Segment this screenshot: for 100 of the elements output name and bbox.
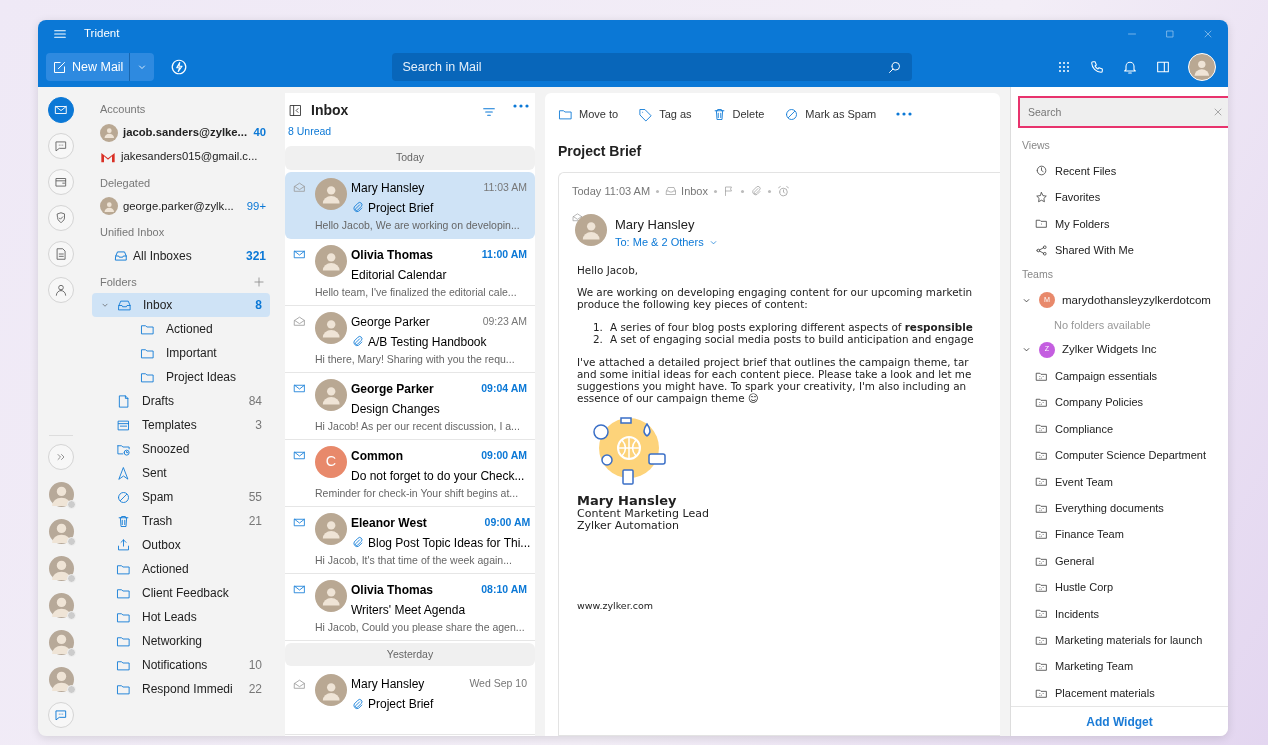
mail-search-field[interactable]: Search in Mail [392, 53, 913, 81]
add-widget-button[interactable]: Add Widget [1080, 711, 1159, 732]
plus-icon [252, 274, 266, 289]
team-folder-item[interactable]: Hustle Corp [1011, 574, 1228, 601]
list-number: 1. [593, 322, 604, 335]
side-panel-button[interactable] [1155, 59, 1171, 75]
folder-item[interactable]: Important [92, 341, 270, 365]
account-item[interactable]: jakesanders015@gmail.c... [92, 144, 270, 169]
folder-item[interactable]: Hot Leads [92, 605, 270, 629]
folder-item[interactable]: Actioned [92, 317, 270, 341]
notes-app-button[interactable] [48, 241, 74, 267]
sender-name: Olivia Thomas [351, 581, 434, 599]
folder-item[interactable]: Notifications 10 [92, 653, 270, 677]
widget-view-item[interactable]: Favorites [1011, 184, 1228, 211]
message-time: 11:03 AM [483, 179, 527, 195]
contact-avatar[interactable] [48, 482, 74, 507]
contact-avatar[interactable] [48, 667, 74, 692]
date-group-header: Today [285, 145, 535, 170]
body-text-line: I've attached a detailed project brief that outlines the campaign theme, tar [577, 357, 970, 370]
folder-item[interactable]: Trash 21 [92, 509, 270, 533]
tasks-app-button[interactable] [48, 205, 74, 231]
contact-avatar[interactable] [48, 556, 74, 581]
expand-button[interactable] [48, 444, 74, 470]
folder-item[interactable]: Outbox [92, 533, 270, 557]
chat-button[interactable] [48, 702, 74, 728]
calendar-app-button[interactable] [48, 169, 74, 195]
contacts-app-button[interactable] [48, 277, 74, 303]
folder-item[interactable]: Networking [92, 629, 270, 653]
team-folder-item[interactable]: Compliance [1011, 415, 1228, 443]
sender-name: Mary Hansley [351, 179, 425, 197]
team-folder-item[interactable]: Company Policies [1011, 389, 1228, 416]
team-folder-item[interactable]: Everything documents [1011, 494, 1228, 522]
folder-item[interactable]: Project Ideas [92, 365, 270, 389]
folder-icon [1035, 607, 1048, 621]
team-folder-item[interactable]: General [1011, 547, 1228, 575]
contacts-icon [54, 283, 68, 297]
avatar-photo-placeholder [315, 674, 347, 707]
message-time: 11:00 AM [481, 246, 527, 262]
mark-spam-button[interactable]: Mark as Spam [784, 105, 877, 123]
team-folder-item[interactable]: Finance Team [1011, 521, 1228, 548]
folder-item[interactable]: Respond Immedi 22 [92, 677, 270, 701]
more-button[interactable] [896, 112, 913, 116]
contact-avatar[interactable] [48, 630, 74, 655]
collapse-pane-icon [288, 103, 303, 118]
maximize-icon [1164, 27, 1176, 40]
team-folder-item[interactable]: Incidents [1011, 600, 1228, 628]
sender-name: Mary Hansley [615, 215, 696, 234]
team-folder-item[interactable]: Computer Science Department [1011, 442, 1228, 469]
team-folder-item[interactable]: Marketing materials for launch [1011, 627, 1228, 654]
folder-item[interactable]: Sent [92, 461, 270, 485]
folder-item[interactable]: Client Feedback [92, 581, 270, 605]
phone-icon [1089, 59, 1105, 75]
widget-search-field[interactable]: Search [1018, 96, 1228, 128]
more-button[interactable] [513, 104, 529, 108]
tag-as-button[interactable]: Tag as [638, 105, 692, 123]
open-envelope-icon [572, 211, 583, 223]
side-panel-icon [1155, 59, 1171, 75]
inbox-icon [114, 248, 128, 263]
folder-item[interactable]: Drafts 84 [92, 389, 270, 413]
body-text-line: essence of our campaign theme 😊 [577, 393, 759, 406]
trash-icon [116, 513, 131, 529]
profile-avatar[interactable] [1188, 53, 1216, 81]
team-folder-item[interactable]: Campaign essentials [1011, 362, 1228, 390]
message-item[interactable]: Mary Hansley 11:03 AM Project Brief Hello Jacob, We are working on developin... [285, 171, 535, 239]
message-preview: Hello team, I've finalized the editorial cale... [315, 284, 518, 300]
widget-view-item[interactable]: Recent Files [1011, 157, 1228, 185]
message-time: 09:23 AM [482, 313, 527, 329]
team-folder-item[interactable]: Marketing Team [1011, 653, 1228, 680]
delete-button[interactable]: Delete [711, 105, 765, 123]
folder-item[interactable]: Inbox 8 [92, 293, 270, 317]
folder-item[interactable]: Spam 55 [92, 485, 270, 509]
folder-icon [1035, 660, 1048, 674]
mail-app-button[interactable] [48, 97, 74, 123]
folder-item[interactable]: Actioned [92, 557, 270, 581]
account-item[interactable]: george.parker@zylk... 99+ [92, 194, 270, 218]
folder-item[interactable]: Snoozed [92, 437, 270, 461]
quick-actions-button[interactable] [170, 58, 189, 76]
bell-button[interactable] [1122, 59, 1138, 75]
widget-view-item[interactable]: My Folders [1011, 210, 1228, 237]
phone-button[interactable] [1089, 59, 1105, 75]
recipients-toggle[interactable]: To: Me & 2 Others [615, 234, 719, 251]
website-link[interactable]: www.zylker.com [577, 599, 1000, 614]
contact-avatar[interactable] [48, 519, 74, 544]
apps-grid-button[interactable] [1056, 59, 1072, 75]
contact-avatar[interactable] [48, 593, 74, 618]
move-to-button[interactable]: Move to [558, 105, 619, 123]
sender-name: Mary Hansley [351, 676, 425, 694]
team-folder-item[interactable]: Placement materials [1011, 679, 1228, 707]
flag-icon [723, 185, 735, 198]
folder-item[interactable]: All Inboxes 321 [92, 243, 270, 268]
widget-view-item[interactable]: Shared With Me [1011, 237, 1228, 264]
account-item[interactable]: jacob.sanders@zylke... 40 [92, 120, 270, 145]
folder-item[interactable]: Templates 3 [92, 413, 270, 437]
unread-count: 8 Unread [288, 124, 333, 139]
signature-company: Zylker Automation [577, 519, 680, 532]
chat-app-button[interactable] [48, 133, 74, 159]
body-text-line: produce the following key pieces of content: [577, 299, 809, 312]
team-folder-item[interactable]: Event Team [1011, 468, 1228, 495]
add-folder-button[interactable] [252, 274, 266, 289]
message-time: Wed Sep 10 [469, 676, 527, 692]
